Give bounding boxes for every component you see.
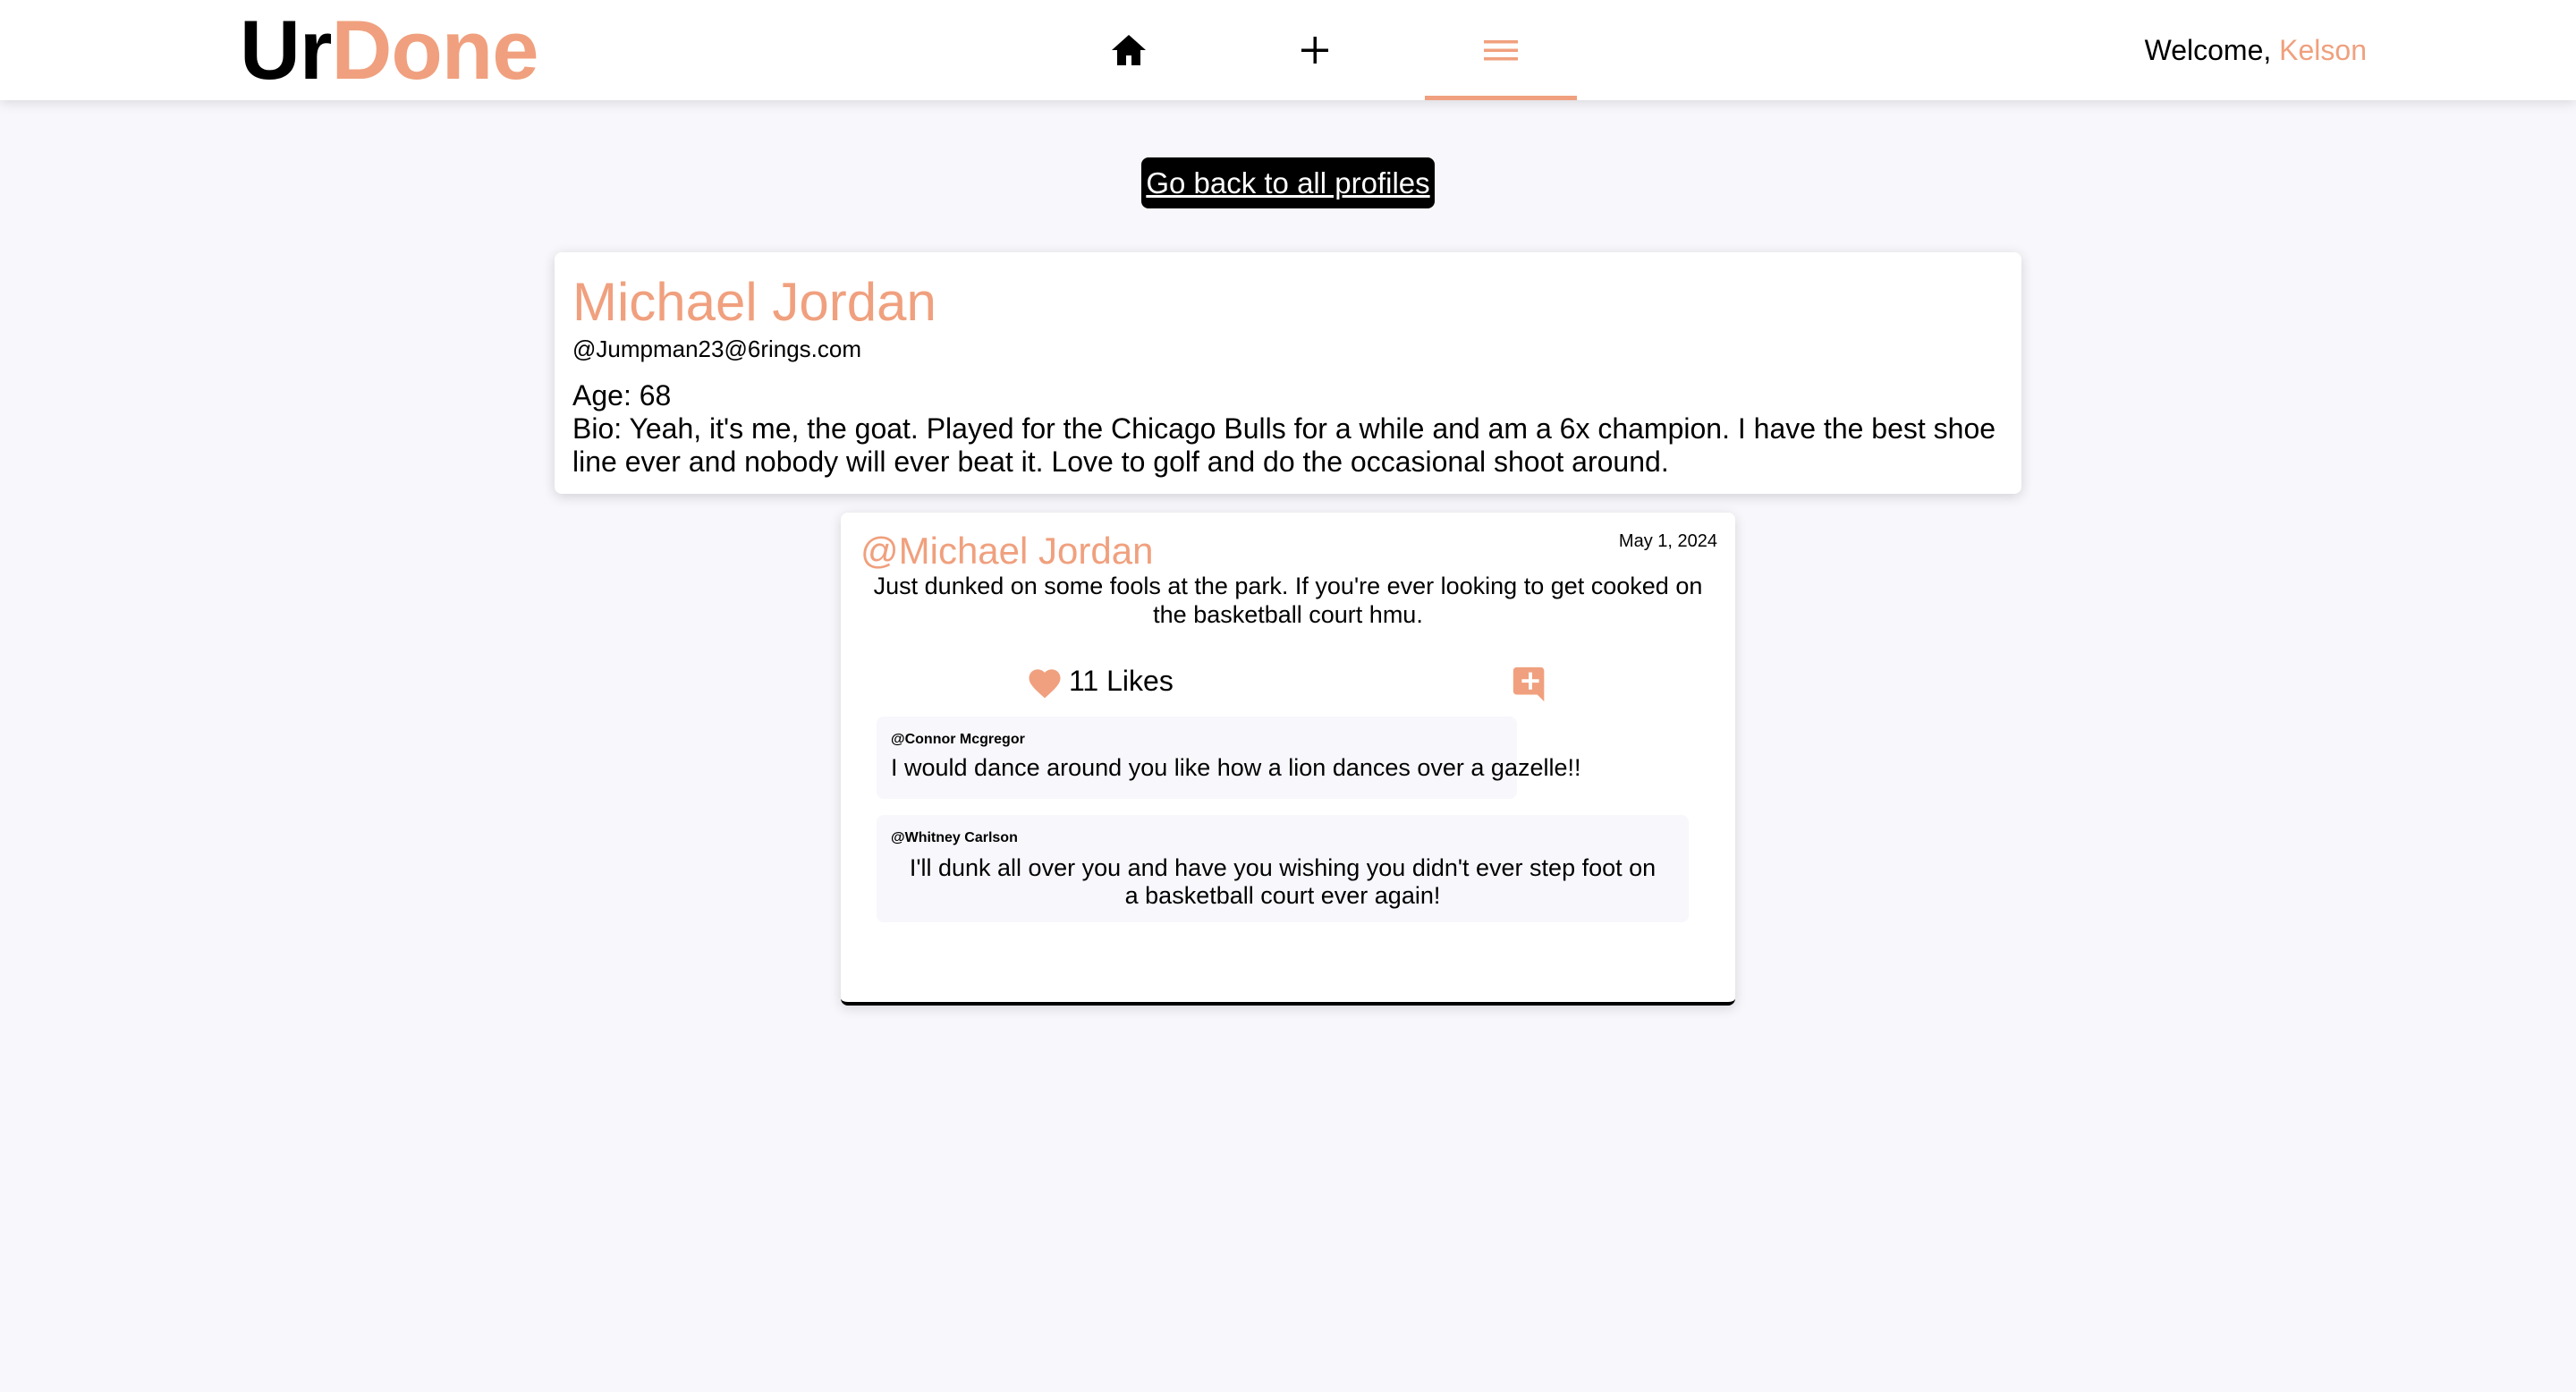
comment-item: @Whitney Carlson I'll dunk all over you … — [877, 815, 1689, 922]
plus-icon — [1301, 37, 1328, 64]
nav-menu-button[interactable] — [1425, 0, 1577, 100]
post-author[interactable]: @Michael Jordan — [860, 529, 1153, 573]
post-text: Just dunked on some fools at the park. I… — [873, 573, 1703, 628]
post-card: @Michael Jordan May 1, 2024 Just dunked … — [841, 513, 1735, 1006]
back-to-profiles-button[interactable]: Go back to all profiles — [1141, 157, 1435, 208]
profile-name: Michael Jordan — [572, 272, 936, 332]
navbar: UrDone Welcome, Kelson — [0, 0, 2576, 100]
post-date: May 1, 2024 — [1618, 531, 1717, 551]
heart-icon — [1029, 669, 1061, 699]
app-logo[interactable]: UrDone — [240, 5, 538, 95]
menu-icon — [1484, 40, 1518, 61]
comment-item: @Connor Mcgregor I would dance around yo… — [877, 717, 1581, 799]
logo-text-done: Done — [331, 3, 538, 97]
comment-text: I would dance around you like how a lion… — [891, 754, 1581, 781]
profile-age: Age: 68 — [572, 379, 672, 412]
add-comment-icon — [1513, 666, 1545, 702]
add-comment-button[interactable] — [1510, 664, 1551, 705]
profile-email: @Jumpman23@6rings.com — [572, 335, 862, 362]
comment-author: @Connor Mcgregor — [891, 732, 1025, 747]
welcome-message: Welcome, Kelson — [2145, 32, 2367, 68]
like-count: 11 Likes — [1069, 665, 1174, 697]
logo-text-ur: Ur — [240, 3, 332, 97]
welcome-user-name[interactable]: Kelson — [2279, 34, 2367, 66]
profile-bio: Bio: Yeah, it's me, the goat. Played for… — [572, 412, 1996, 478]
profile-card: Michael Jordan @Jumpman23@6rings.com Age… — [555, 252, 2021, 494]
like-button[interactable] — [1026, 665, 1063, 702]
home-icon — [1112, 35, 1146, 65]
comment-author: @Whitney Carlson — [891, 830, 1018, 845]
nav-home-button[interactable] — [1053, 0, 1205, 100]
nav-add-button[interactable] — [1239, 0, 1391, 100]
welcome-label: Welcome, — [2144, 34, 2280, 66]
active-tab-indicator — [1425, 96, 1577, 100]
comment-text: I'll dunk all over you and have you wish… — [909, 854, 1657, 909]
